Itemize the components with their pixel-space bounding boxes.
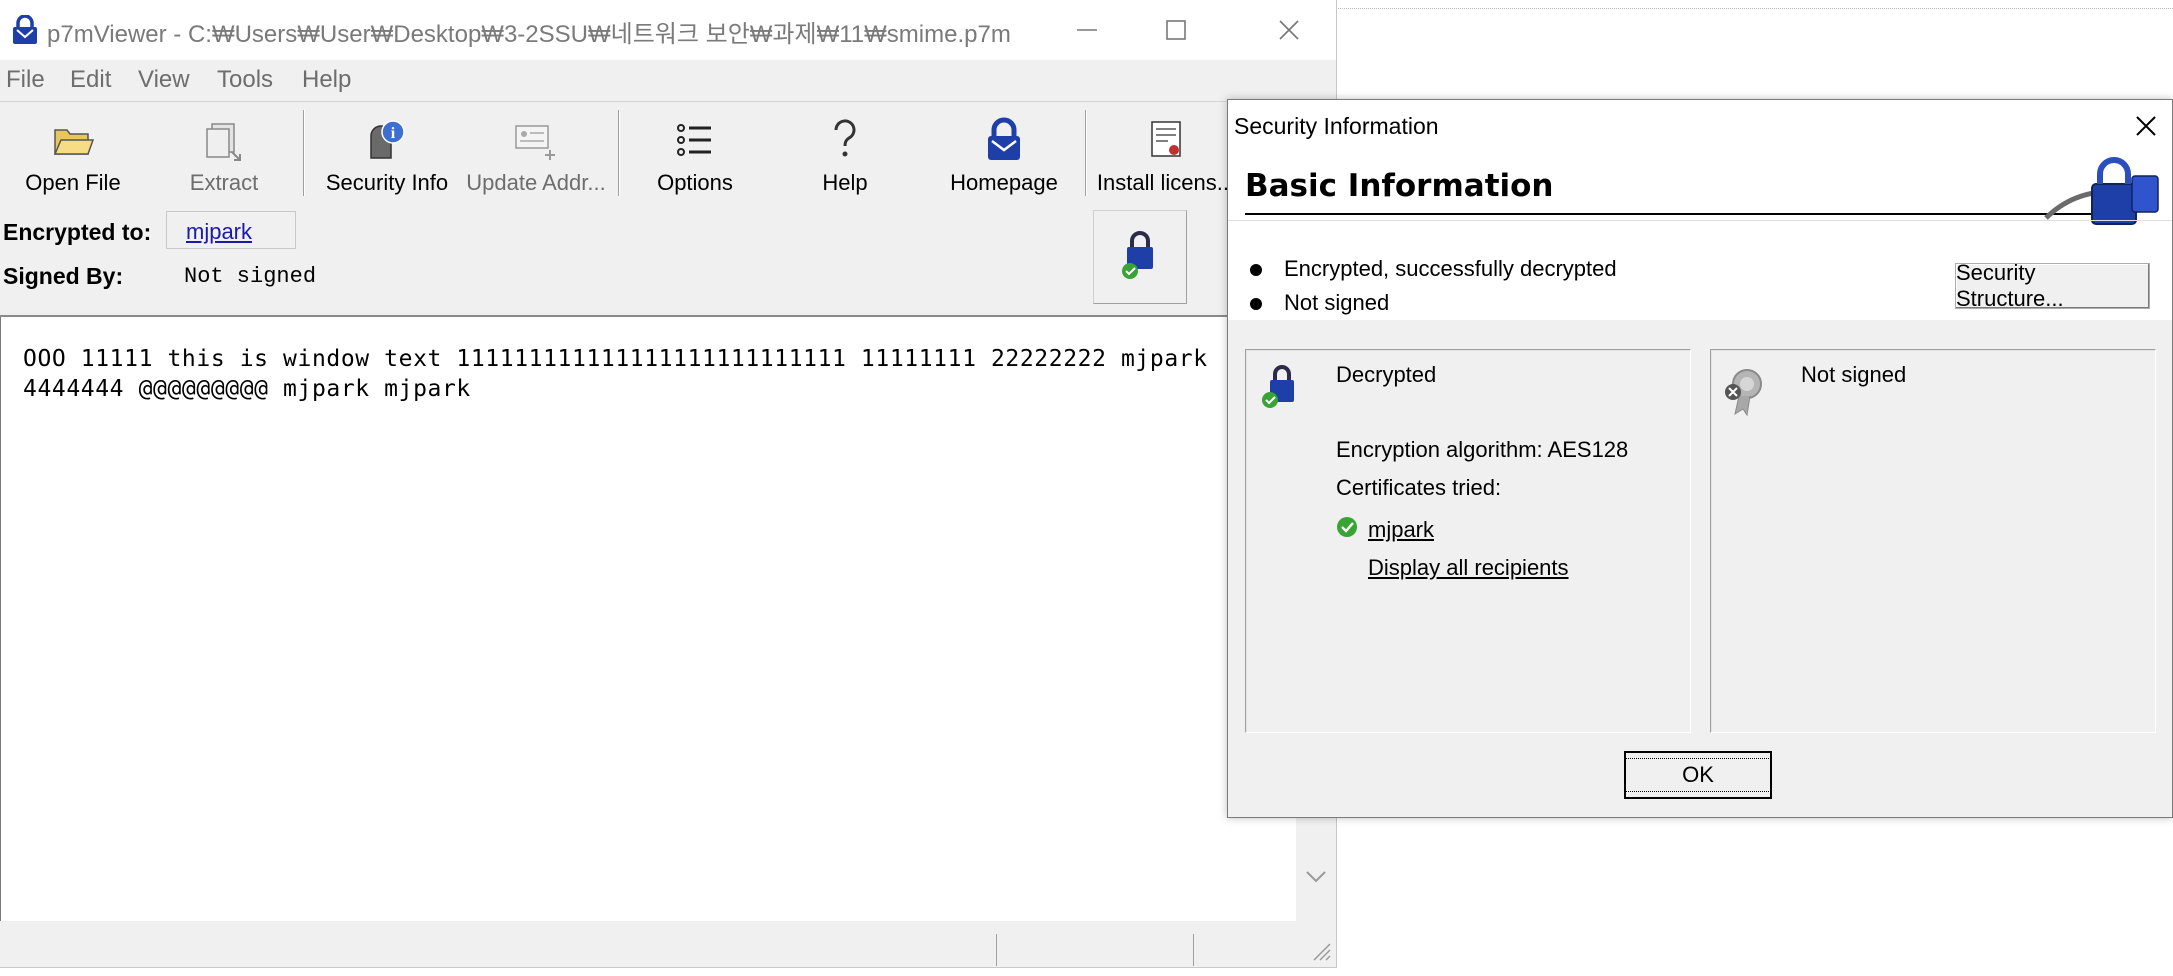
window-title: p7mViewer - C:₩Users₩User₩Desktop₩3-2SSU… — [47, 21, 1011, 48]
certificates-tried-label: Certificates tried: — [1336, 475, 1502, 500]
status-bar — [0, 934, 1336, 967]
close-button[interactable] — [1266, 8, 1312, 52]
unsigned-seal-icon — [1725, 369, 1762, 417]
desktop-background-line — [1338, 8, 2173, 9]
menu-tools[interactable]: Tools — [217, 66, 273, 94]
encrypted-to-value[interactable]: mjpark — [186, 219, 252, 244]
extract-icon — [206, 123, 241, 161]
decrypted-status-badge[interactable] — [1093, 210, 1187, 304]
bullet-icon — [1250, 298, 1262, 310]
security-info-icon: i — [370, 120, 405, 159]
options-label: Options — [657, 170, 733, 195]
message-body[interactable]: OOO 11111 this is window text 1111111111… — [0, 317, 1296, 921]
bullet-icon — [1250, 264, 1262, 276]
scroll-down-icon[interactable] — [1304, 867, 1328, 887]
encryption-algorithm: Encryption algorithm: AES128 — [1336, 437, 1629, 462]
options-button[interactable]: Options — [640, 102, 750, 201]
security-information-dialog: Security Information Basic Information E… — [1227, 99, 2173, 818]
p7mviewer-window: p7mViewer - C:₩Users₩User₩Desktop₩3-2SSU… — [0, 0, 1337, 968]
decrypted-lock-icon — [1262, 365, 1294, 408]
dialog-title: Security Information — [1234, 113, 1439, 139]
address-card-icon — [515, 125, 555, 160]
security-padlock-icon — [2044, 157, 2159, 225]
menu-view[interactable]: View — [138, 66, 190, 94]
message-info-panel: Encrypted to: mjpark Signed By: Not sign… — [0, 201, 1336, 317]
toolbar: Open File Extract i Security Info Update… — [0, 101, 1336, 202]
certificate-mjpark-link[interactable]: mjpark — [1368, 517, 1434, 543]
maximize-button[interactable] — [1153, 8, 1199, 52]
status-cell — [1193, 934, 1194, 966]
extract-button[interactable]: Extract — [172, 102, 276, 201]
license-certificate-icon — [1151, 121, 1181, 157]
question-mark-icon — [834, 119, 856, 157]
install-license-label: Install licens... — [1096, 170, 1236, 195]
open-file-button[interactable]: Open File — [14, 102, 132, 201]
status-encrypted: Encrypted, successfully decrypted — [1284, 256, 1617, 281]
toolbar-separator — [303, 110, 305, 196]
minimize-button[interactable] — [1064, 8, 1110, 52]
status-not-signed: Not signed — [1284, 290, 1390, 315]
encrypted-to-label: Encrypted to: — [3, 219, 152, 245]
menu-bar: File Edit View Tools Help — [0, 60, 1336, 100]
minimize-icon — [1077, 29, 1097, 31]
folder-open-icon — [53, 129, 95, 155]
resize-grip-icon[interactable] — [1310, 940, 1332, 962]
app-lock-icon — [13, 15, 37, 44]
homepage-button[interactable]: Homepage — [940, 102, 1068, 201]
signature-panel: Not signed — [1710, 349, 2156, 733]
extract-label: Extract — [189, 170, 259, 195]
maximize-icon — [1166, 20, 1186, 40]
ok-button[interactable]: OK — [1624, 751, 1772, 799]
toolbar-separator — [1085, 110, 1087, 196]
message-line: OOO 11111 this is window text 1111111111… — [23, 346, 1208, 372]
dialog-close-button[interactable] — [2124, 104, 2168, 148]
help-button[interactable]: Help — [795, 102, 895, 201]
security-structure-button[interactable]: Security Structure... — [1955, 260, 2150, 311]
decrypted-lock-icon — [1122, 231, 1153, 279]
dialog-heading: Basic Information — [1245, 168, 1554, 204]
homepage-lock-icon — [988, 117, 1020, 160]
menu-help[interactable]: Help — [302, 66, 351, 94]
signed-by-value: Not signed — [184, 264, 317, 289]
close-icon — [2136, 116, 2156, 136]
signed-by-label: Signed By: — [3, 263, 124, 289]
ok-label: OK — [1625, 758, 1771, 792]
help-label: Help — [822, 170, 868, 195]
encrypted-to-link[interactable]: mjpark — [186, 219, 252, 246]
message-line: 4444444 @@@@@@@@@ mjpark mjpark — [23, 376, 471, 402]
toolbar-separator — [618, 110, 620, 196]
menu-file[interactable]: File — [6, 66, 45, 94]
options-list-icon — [677, 124, 711, 156]
heading-rule — [1245, 213, 2095, 215]
svg-text:i: i — [391, 125, 396, 142]
menu-edit[interactable]: Edit — [70, 66, 111, 94]
homepage-label: Homepage — [950, 170, 1058, 195]
display-all-recipients-link[interactable]: Display all recipients — [1368, 555, 1569, 581]
dialog-title-bar[interactable]: Security Information — [1228, 100, 2172, 152]
not-signed-title: Not signed — [1801, 362, 1907, 387]
security-info-label: Security Info — [325, 170, 449, 195]
status-cell — [996, 934, 997, 966]
decryption-panel: Decrypted Encryption algorithm: AES128 C… — [1245, 349, 1691, 733]
open-file-label: Open File — [25, 170, 121, 195]
update-addr-button[interactable]: Update Addr... — [466, 102, 606, 201]
check-icon — [1337, 517, 1357, 537]
title-bar[interactable]: p7mViewer - C:₩Users₩User₩Desktop₩3-2SSU… — [0, 0, 1336, 60]
update-addr-label: Update Addr... — [466, 170, 606, 195]
security-info-button[interactable]: i Security Info — [322, 102, 452, 201]
header-divider — [1228, 220, 2172, 221]
install-license-button[interactable]: Install licens... — [1096, 102, 1236, 201]
decrypted-title: Decrypted — [1336, 362, 1437, 387]
close-icon — [1279, 20, 1299, 40]
